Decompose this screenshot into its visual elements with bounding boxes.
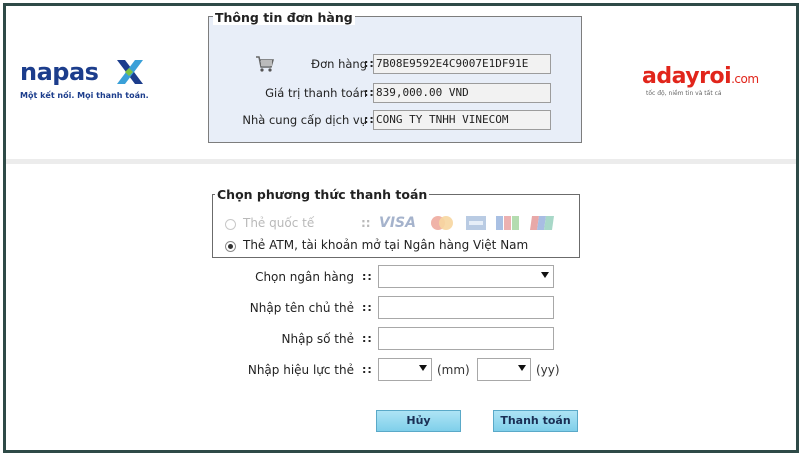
jcb-icon (496, 216, 519, 230)
payment-gateway-frame: napas Một kết nối. Mọi thanh toán. adayr… (3, 3, 799, 453)
bank-label: Chọn ngân hàng (255, 270, 354, 284)
chevron-down-icon (419, 365, 427, 371)
amex-icon (466, 216, 486, 230)
bank-select[interactable] (378, 265, 554, 288)
separator: :: (362, 332, 373, 345)
card-number-label: Nhập số thẻ (281, 332, 354, 346)
order-id-label: Đơn hàng (311, 57, 367, 71)
international-card-radio[interactable] (225, 219, 236, 230)
mastercard-icon (431, 216, 453, 230)
separator: :: (362, 270, 373, 283)
provider-field: CONG TY TNHH VINECOM (373, 110, 551, 130)
order-amount-row: Giá trị thanh toán :: 839,000.00 VND (209, 83, 583, 105)
payment-method-panel: Chọn phương thức thanh toán Thẻ quốc tế … (212, 187, 580, 258)
provider-label: Nhà cung cấp dịch vụ (242, 113, 367, 127)
order-id-field: 7B08E9592E4C9007E1DF91E (373, 54, 551, 74)
atm-card-radio[interactable] (225, 241, 236, 252)
bank-row: Chọn ngân hàng :: (6, 265, 796, 289)
chevron-down-icon (518, 365, 526, 371)
month-unit-label: (mm) (437, 363, 470, 377)
card-holder-row: Nhập tên chủ thẻ :: (6, 296, 796, 320)
chevron-down-icon (541, 272, 549, 278)
cancel-button[interactable]: Hủy (376, 410, 461, 432)
provider-row: Nhà cung cấp dịch vụ :: CONG TY TNHH VIN… (209, 110, 583, 132)
month-select[interactable] (378, 358, 432, 381)
adayroi-tagline: tốc độ, niềm tin và tất cả (646, 90, 722, 97)
order-amount-label: Giá trị thanh toán (265, 86, 367, 100)
separator: :: (362, 363, 373, 376)
order-amount-field: 839,000.00 VND (373, 83, 551, 103)
card-holder-label: Nhập tên chủ thẻ (249, 301, 354, 315)
order-info-legend: Thông tin đơn hàng (213, 10, 355, 25)
international-card-label: Thẻ quốc tế (243, 216, 315, 230)
visa-icon: VISA (379, 215, 416, 231)
pay-button[interactable]: Thanh toán (493, 410, 578, 432)
separator: :: (362, 301, 373, 314)
year-unit-label: (yy) (536, 363, 560, 377)
year-select[interactable] (477, 358, 531, 381)
card-number-row: Nhập số thẻ :: (6, 327, 796, 351)
card-validity-row: Nhập hiệu lực thẻ :: (mm) (yy) (6, 358, 796, 382)
adayroi-logo-text: adayroi.com (642, 64, 759, 89)
section-divider (6, 159, 796, 164)
adayroi-logo: adayroi.com tốc độ, niềm tin và tất cả (642, 64, 782, 104)
card-holder-input[interactable] (378, 296, 554, 319)
order-info-panel: Thông tin đơn hàng Đơn hàng :: 7B08E9592… (208, 10, 583, 143)
separator: :: (361, 216, 371, 230)
cart-icon (256, 56, 274, 72)
napas-tagline: Một kết nối. Mọi thanh toán. (20, 91, 149, 100)
order-id-row: Đơn hàng :: 7B08E9592E4C9007E1DF91E (209, 54, 583, 76)
napas-x-icon (117, 60, 143, 84)
atm-card-label: Thẻ ATM, tài khoản mở tại Ngân hàng Việt… (243, 238, 529, 252)
payment-method-legend: Chọn phương thức thanh toán (215, 187, 430, 202)
card-validity-label: Nhập hiệu lực thẻ (247, 363, 354, 377)
napas-logo: napas Một kết nối. Mọi thanh toán. (20, 58, 160, 108)
card-number-input[interactable] (378, 327, 554, 350)
napas-logo-text: napas (20, 58, 99, 86)
unionpay-icon (530, 216, 554, 230)
